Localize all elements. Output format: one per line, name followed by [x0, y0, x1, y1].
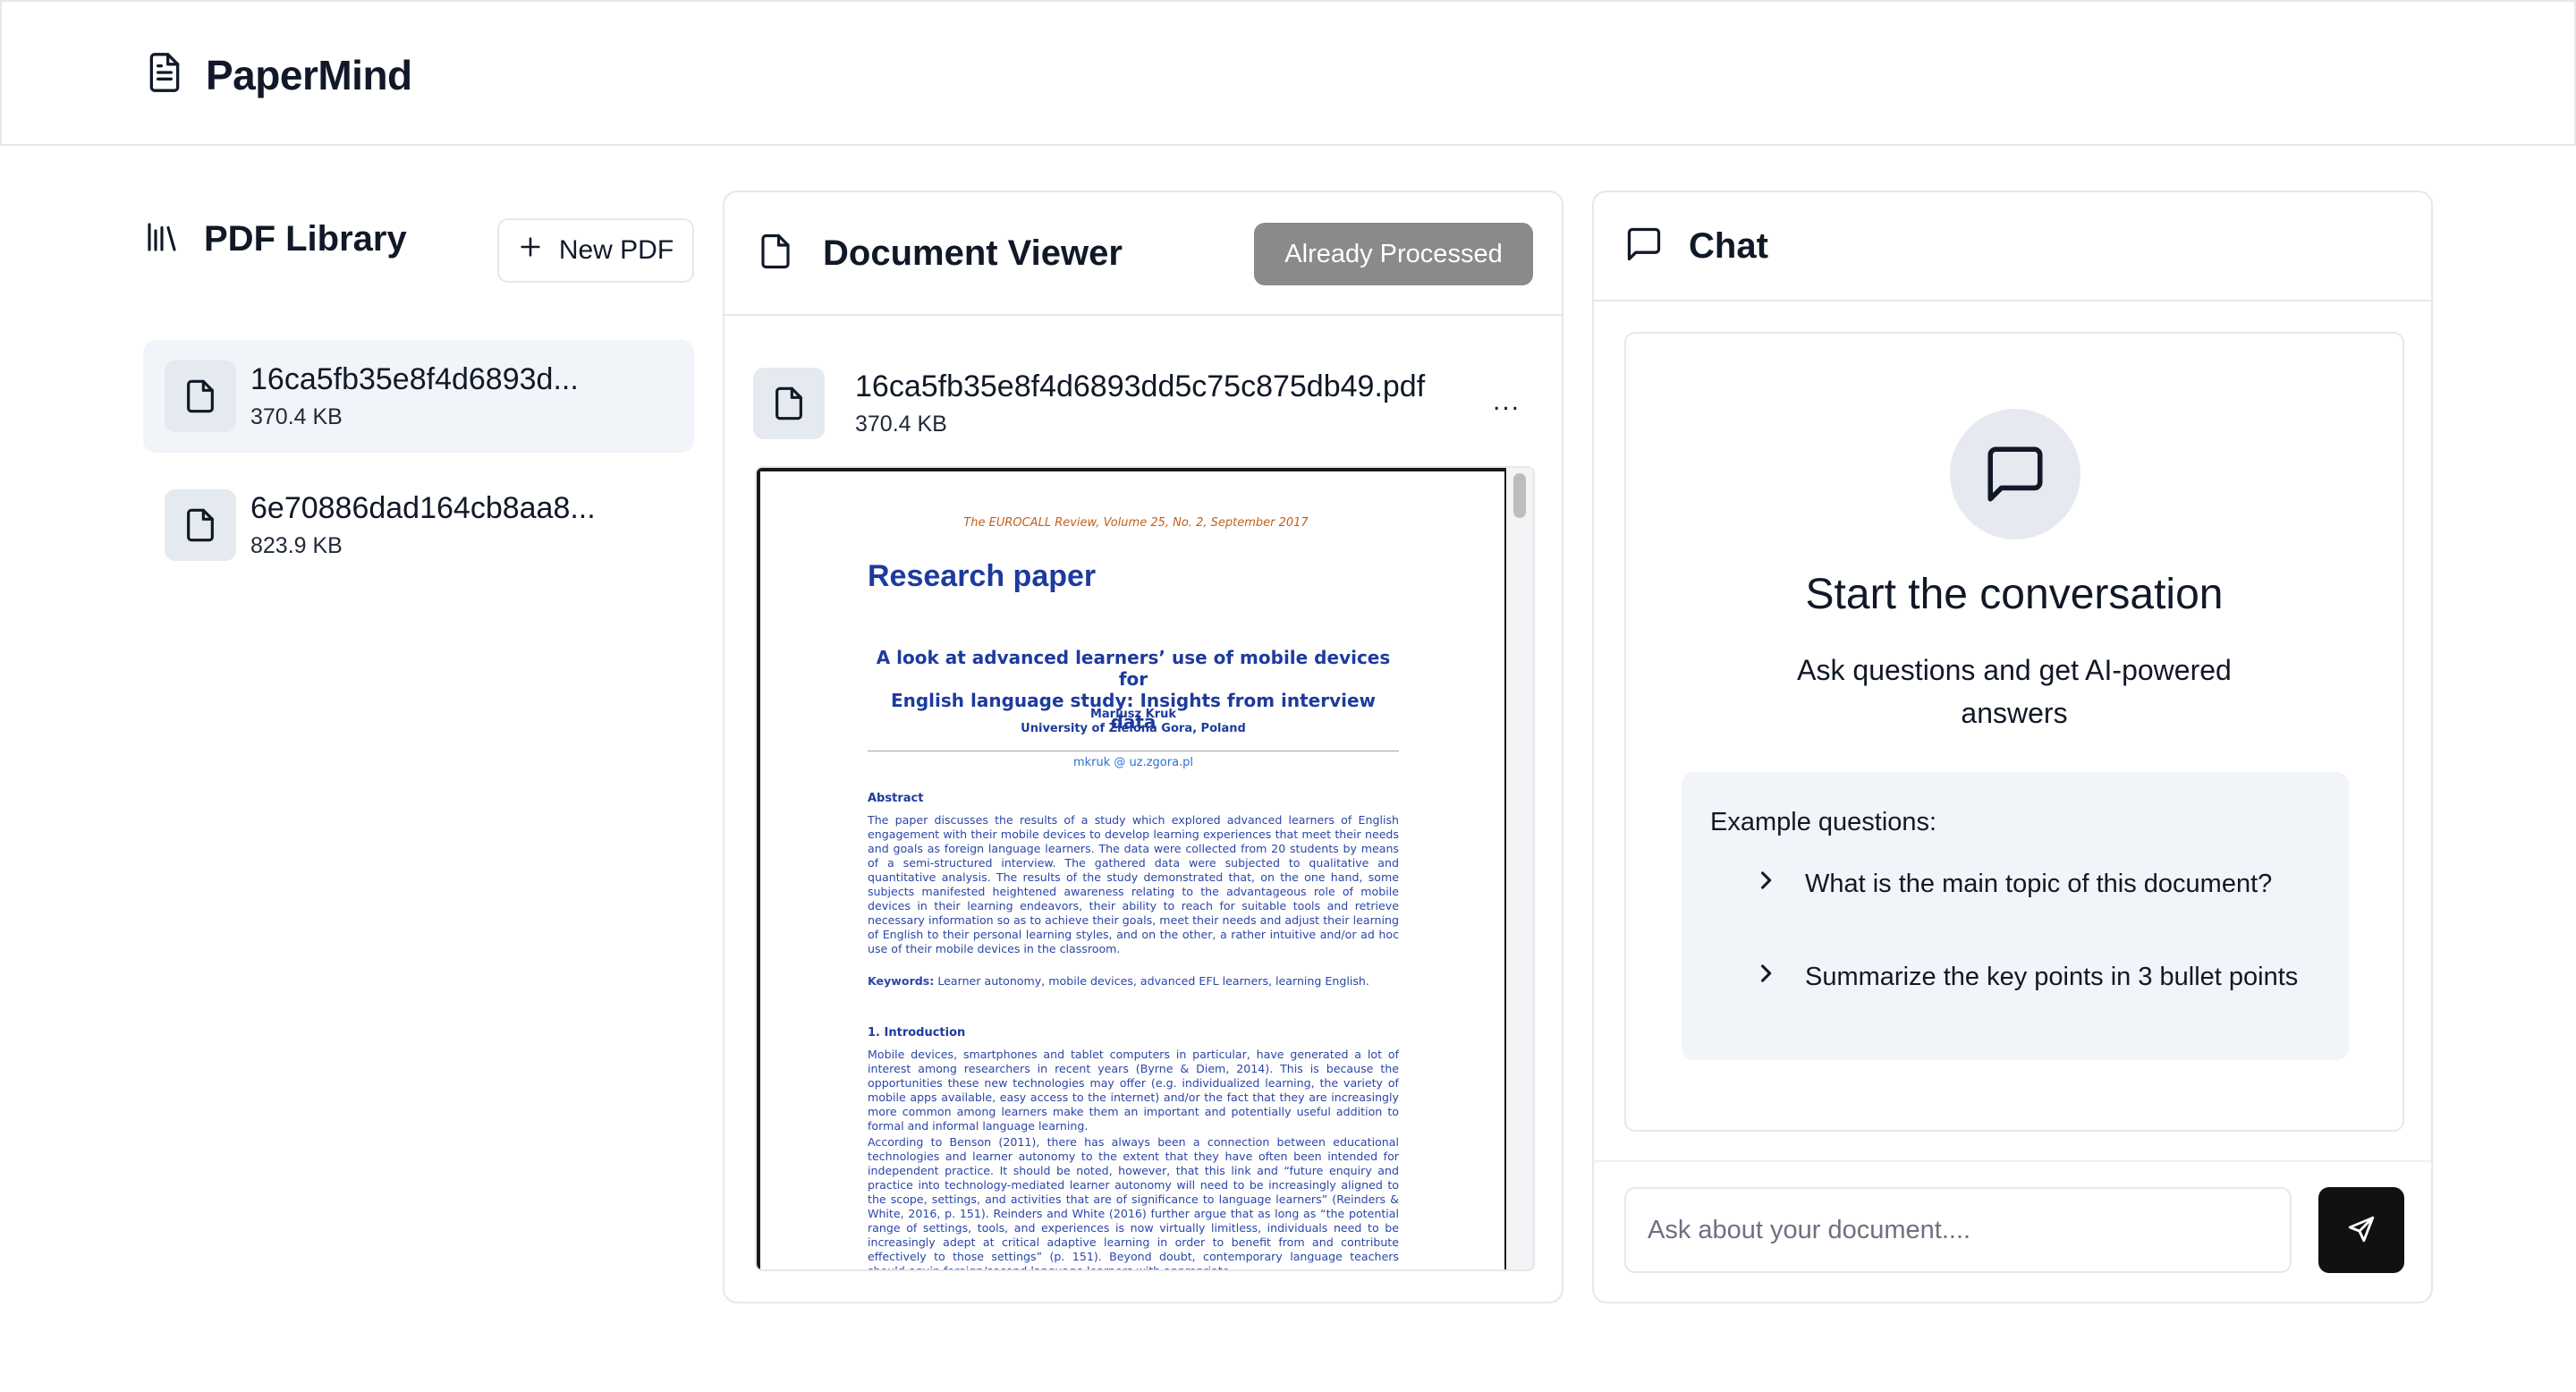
- file-icon: [753, 368, 825, 439]
- message-square-icon: [1624, 225, 1664, 268]
- file-name: 16ca5fb35e8f4d6893d...: [250, 362, 579, 396]
- brand[interactable]: PaperMind: [145, 50, 412, 99]
- document-text-icon: [145, 50, 184, 99]
- file-size: 370.4 KB: [250, 404, 343, 429]
- current-file-name: 16ca5fb35e8f4d6893dd5c75c875db49.pdf: [855, 369, 1426, 403]
- paper-email: mkruk @ uz.zgora.pl: [1072, 756, 1194, 769]
- file-name: 6e70886dad164cb8aa8...: [250, 491, 596, 525]
- library-header: PDF Library: [143, 218, 407, 260]
- file-icon: [757, 230, 794, 277]
- library-file-item[interactable]: 16ca5fb35e8f4d6893d... 370.4 KB: [143, 340, 694, 453]
- journal-line: The EUROCALL Review, Volume 25, No. 2, S…: [760, 516, 1504, 530]
- example-question-text: What is the main topic of this document?: [1805, 869, 2273, 898]
- chat-panel: Chat Start the conversation Ask question…: [1592, 191, 2433, 1303]
- pdf-page: The EUROCALL Review, Volume 25, No. 2, S…: [757, 468, 1508, 1271]
- journal-issue: , Volume 25, No. 2, September 2017: [1096, 516, 1309, 530]
- pdf-frame[interactable]: The EUROCALL Review, Volume 25, No. 2, S…: [755, 466, 1535, 1271]
- app-title: PaperMind: [206, 51, 412, 98]
- message-square-icon: [1950, 409, 2080, 539]
- empty-state-title: Start the conversation: [1805, 571, 2224, 618]
- current-file-size: 370.4 KB: [855, 412, 947, 437]
- document-viewer: Document Viewer Already Processed 16ca5f…: [723, 191, 1563, 1303]
- send-button[interactable]: [2318, 1187, 2404, 1273]
- abstract-heading: Abstract: [868, 792, 924, 805]
- viewer-title: Document Viewer: [823, 233, 1123, 273]
- intro-heading: 1. Introduction: [868, 1026, 966, 1040]
- paper-author-block: Mariusz Kruk University of Zielona Gora,…: [868, 708, 1399, 736]
- new-pdf-label: New PDF: [558, 235, 674, 265]
- library-title: PDF Library: [204, 219, 407, 259]
- send-icon: [2346, 1214, 2377, 1247]
- pdf-scrollbar[interactable]: [1506, 468, 1533, 1269]
- chevron-right-icon: [1753, 867, 1778, 901]
- file-icon: [165, 489, 236, 561]
- example-question-text: Summarize the key points in 3 bullet poi…: [1805, 962, 2299, 991]
- keywords-text: Learner autonomy, mobile devices, advanc…: [934, 974, 1369, 988]
- example-questions: Example questions: What is the main topi…: [1682, 772, 2349, 1060]
- example-question[interactable]: Summarize the key points in 3 bullet poi…: [1753, 960, 2298, 994]
- chat-input[interactable]: [1624, 1187, 2292, 1273]
- examples-label: Example questions:: [1710, 808, 1937, 836]
- empty-state-subtitle: Ask questions and get AI-powered answers: [1797, 654, 2232, 729]
- divider: [1594, 1160, 2431, 1162]
- top-bar: PaperMind: [0, 0, 2576, 146]
- viewer-header: Document Viewer Already Processed: [724, 192, 1562, 316]
- paper-type: Research paper: [868, 559, 1097, 593]
- chevron-right-icon: [1753, 960, 1778, 994]
- paper-title-line: A look at advanced learners’ use of mobi…: [876, 647, 1391, 690]
- intro-paragraph: According to Benson (2011), there has al…: [868, 1135, 1399, 1271]
- new-pdf-button[interactable]: New PDF: [497, 218, 694, 283]
- already-processed-button[interactable]: Already Processed: [1254, 223, 1533, 285]
- file-size: 823.9 KB: [250, 533, 343, 558]
- chat-header: Chat: [1594, 192, 2431, 301]
- library-file-item[interactable]: 6e70886dad164cb8aa8... 823.9 KB: [143, 469, 694, 581]
- journal-name: The EUROCALL Review: [963, 516, 1097, 530]
- plus-icon: [518, 234, 543, 267]
- more-options-button[interactable]: ...: [1493, 388, 1521, 415]
- current-file-row: 16ca5fb35e8f4d6893dd5c75c875db49.pdf 370…: [753, 368, 1537, 439]
- paper-author: Mariusz Kruk: [1089, 708, 1177, 721]
- example-question[interactable]: What is the main topic of this document?: [1753, 867, 2272, 901]
- paper-affiliation: University of Zielona Gora, Poland: [1021, 722, 1246, 735]
- chat-title: Chat: [1689, 225, 1768, 266]
- library-icon: [143, 218, 181, 260]
- intro-paragraph: Mobile devices, smartphones and tablet c…: [868, 1048, 1399, 1133]
- keywords: Keywords: Learner autonomy, mobile devic…: [868, 974, 1399, 989]
- file-icon: [165, 361, 236, 432]
- chat-empty-state: Start the conversation Ask questions and…: [1624, 332, 2404, 1132]
- keywords-label: Keywords:: [868, 974, 935, 988]
- scrollbar-thumb[interactable]: [1513, 473, 1526, 518]
- abstract-text: The paper discusses the results of a stu…: [868, 813, 1399, 955]
